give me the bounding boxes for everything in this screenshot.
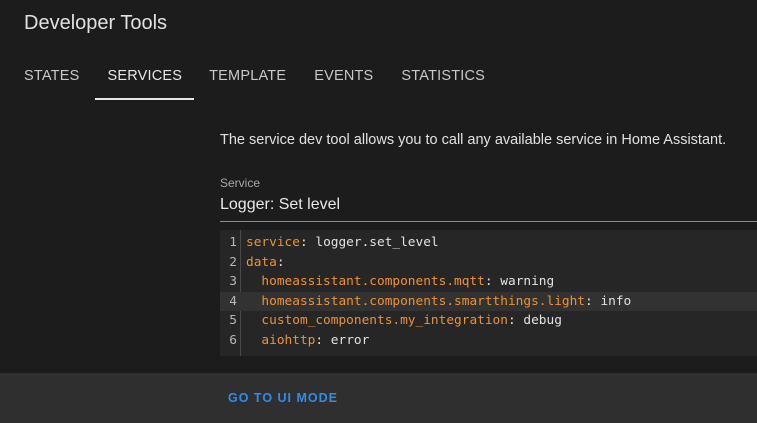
line-number: 4 <box>229 293 237 309</box>
code-line[interactable]: 3 homeassistant.components.mqtt: warning <box>220 272 757 292</box>
yaml-separator: : <box>299 235 316 250</box>
line-number: 3 <box>229 274 237 290</box>
code-text: homeassistant.components.smartthings.lig… <box>246 292 631 312</box>
yaml-separator: : <box>484 274 501 290</box>
yaml-value: info <box>600 293 632 309</box>
yaml-value: logger.set_level <box>315 235 439 250</box>
service-field-label: Service <box>220 176 261 190</box>
yaml-value: warning <box>500 274 555 290</box>
tab-statistics[interactable]: STATISTICS <box>401 52 485 100</box>
yaml-key: aiohttp <box>261 333 316 348</box>
service-field-underline <box>220 221 757 222</box>
service-picker-input[interactable]: Logger: Set level <box>220 196 340 214</box>
panel-description: The service dev tool allows you to call … <box>220 132 727 148</box>
tab-services[interactable]: SERVICES <box>95 52 194 100</box>
tab-label: EVENTS <box>314 68 374 84</box>
code-line[interactable]: 2 data: <box>220 253 757 273</box>
tab-label: STATISTICS <box>401 68 486 84</box>
line-number: 1 <box>229 235 237 250</box>
code-line[interactable]: 1 service: logger.set_level <box>220 233 757 253</box>
yaml-code-editor[interactable]: 1 service: logger.set_level 2 data: 3 ho… <box>220 230 757 356</box>
yaml-key: data <box>246 254 277 270</box>
yaml-separator: : <box>315 333 331 348</box>
code-text: homeassistant.components.mqtt: warning <box>246 272 554 292</box>
line-number: 2 <box>229 254 237 270</box>
go-to-ui-mode-button[interactable]: GO TO UI MODE <box>228 391 338 405</box>
code-text: custom_components.my_integration: debug <box>246 311 562 331</box>
page-title: Developer Tools <box>24 12 168 34</box>
yaml-key: custom_components.my_integration <box>261 313 508 329</box>
tab-states[interactable]: STATES <box>24 52 79 100</box>
developer-tools-page: Developer Tools STATES SERVICES TEMPLATE… <box>0 0 757 423</box>
code-line-active[interactable]: 4 homeassistant.components.smartthings.l… <box>220 291 757 312</box>
code-text: aiohttp: error <box>246 331 369 351</box>
code-text: service: logger.set_level <box>246 233 439 253</box>
code-text: data: <box>246 253 285 273</box>
yaml-key: homeassistant.components.smartthings.lig… <box>261 293 586 309</box>
yaml-value: error <box>330 333 370 348</box>
services-panel: The service dev tool allows you to call … <box>0 100 757 373</box>
tab-label: STATES <box>24 68 80 84</box>
line-number: 6 <box>229 333 237 348</box>
tab-label: SERVICES <box>107 68 183 84</box>
tab-template[interactable]: TEMPLATE <box>209 52 286 100</box>
yaml-key: service <box>246 235 300 250</box>
tab-events[interactable]: EVENTS <box>314 52 373 100</box>
yaml-separator: : <box>585 293 601 309</box>
yaml-key: homeassistant.components.mqtt <box>261 274 485 290</box>
tab-label: TEMPLATE <box>209 68 287 84</box>
yaml-separator: : <box>507 313 524 329</box>
card-actions-bar: GO TO UI MODE <box>0 373 757 423</box>
yaml-separator: : <box>276 254 285 270</box>
line-number: 5 <box>229 313 237 329</box>
top-app-bar: Developer Tools STATES SERVICES TEMPLATE… <box>0 0 757 100</box>
code-line[interactable]: 6 aiohttp: error <box>220 331 757 351</box>
yaml-value: debug <box>523 313 562 329</box>
code-line[interactable]: 5 custom_components.my_integration: debu… <box>220 311 757 331</box>
tab-bar: STATES SERVICES TEMPLATE EVENTS STATISTI… <box>0 52 485 100</box>
